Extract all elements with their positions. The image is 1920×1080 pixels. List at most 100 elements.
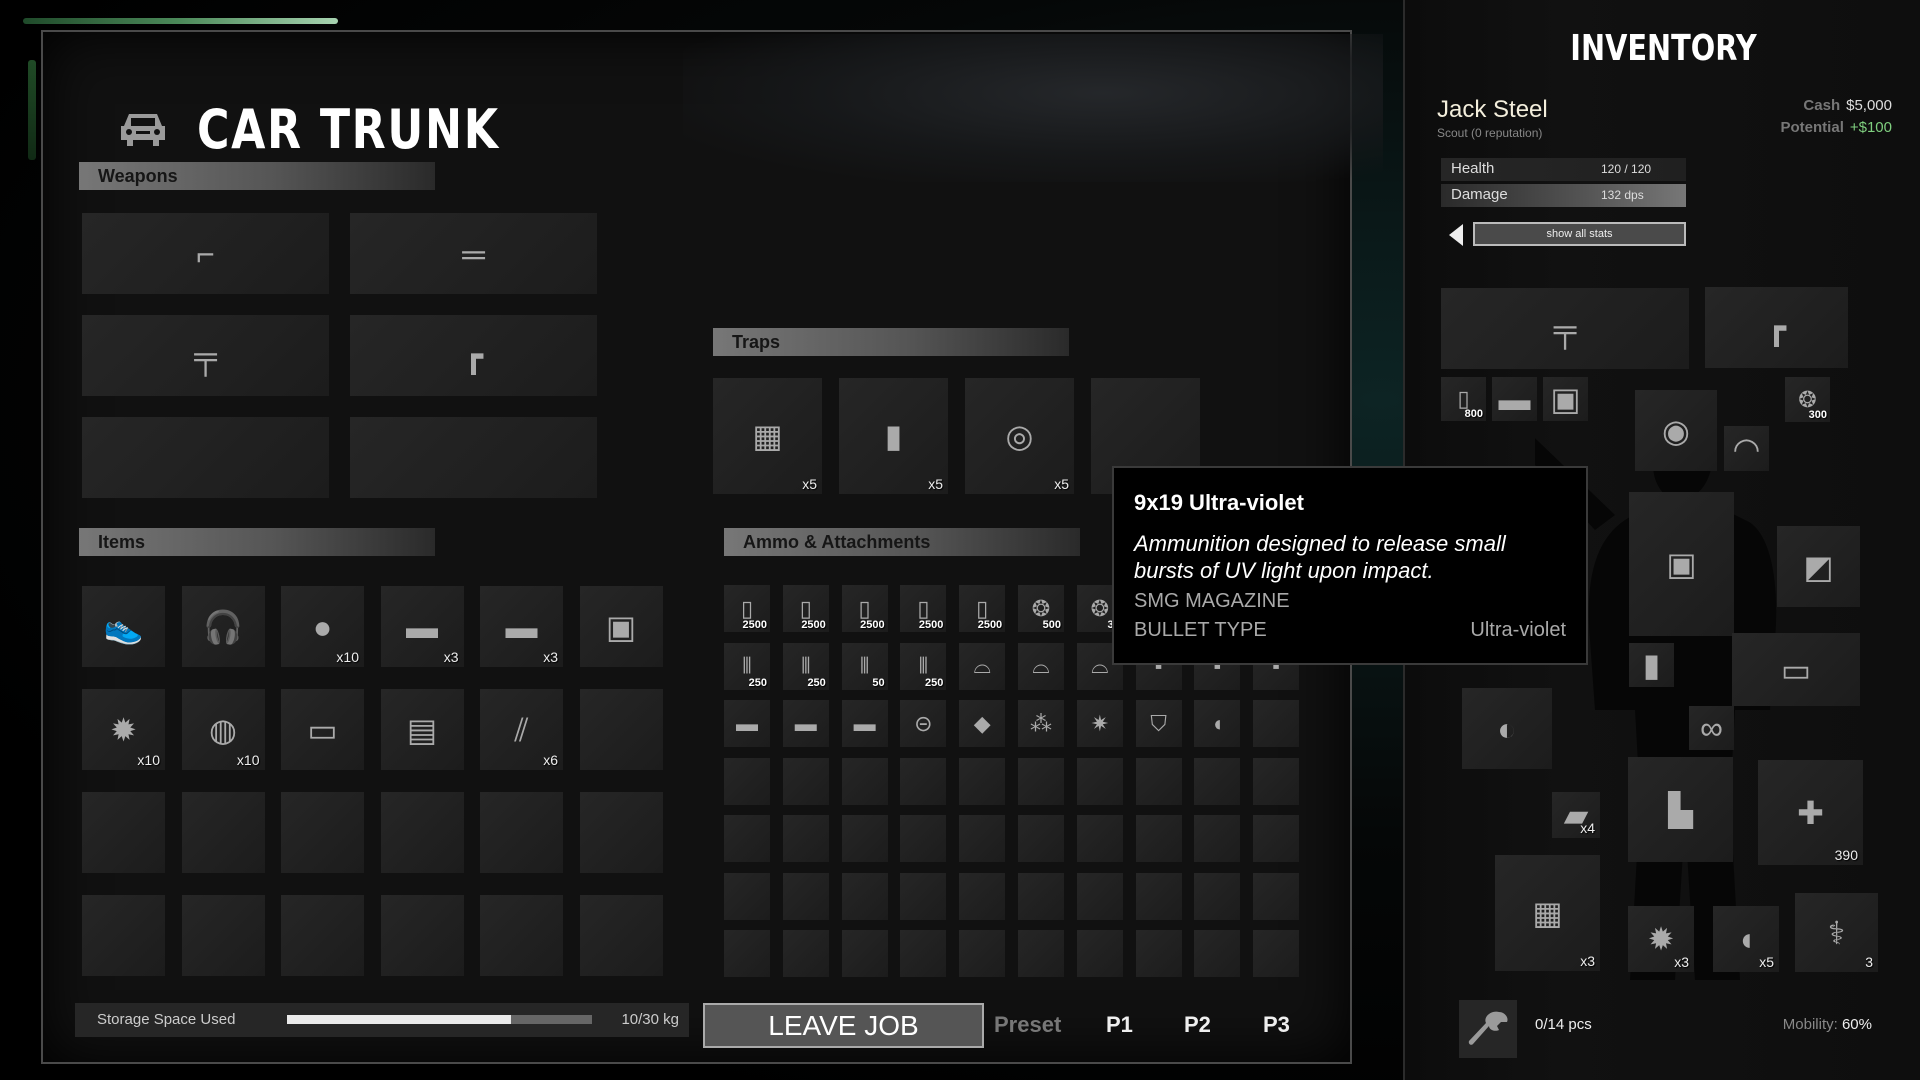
slot-bear-trap[interactable]: ✹ x10 xyxy=(82,689,165,770)
show-all-stats-button[interactable]: show all stats xyxy=(1473,222,1686,246)
empty-slot[interactable] xyxy=(782,930,829,977)
empty-slot[interactable] xyxy=(1194,815,1241,862)
empty-slot[interactable] xyxy=(1135,757,1182,805)
empty-slot[interactable] xyxy=(1194,757,1241,805)
slot-ear-muffs[interactable]: 🎧 xyxy=(181,586,265,667)
empty-slot[interactable] xyxy=(841,757,888,805)
slot-red-dot-sight[interactable]: ▣ xyxy=(1543,377,1588,421)
slot-frag-grenade[interactable]: ● x10 xyxy=(281,586,364,667)
slot-c4-bomb[interactable]: ▬ x3 xyxy=(380,586,464,667)
slot-shotgun-shells-green[interactable]: ⦀ 250 xyxy=(782,642,829,690)
slot-shotgun-shells-silver[interactable]: ⦀ 250 xyxy=(900,642,947,690)
empty-slot[interactable] xyxy=(900,930,947,977)
back-arrow-icon[interactable] xyxy=(1449,224,1463,246)
slot-hearing-aid[interactable]: ◠ xyxy=(1724,426,1769,471)
empty-slot[interactable] xyxy=(724,872,770,920)
slot-sawed-off-shotgun[interactable]: ═ xyxy=(350,213,597,294)
slot-syringe-vials[interactable]: ⚕ 3 xyxy=(1795,893,1878,972)
slot-spiked-chain[interactable]: ⁂ xyxy=(1018,700,1064,747)
slot-speedloader[interactable]: ❂ 300 xyxy=(1785,377,1830,422)
slot-tactical-vest[interactable]: ▣ xyxy=(579,586,663,667)
slot-flashlight[interactable]: ▭ xyxy=(1732,633,1860,706)
empty-slot[interactable] xyxy=(1135,930,1182,977)
slot-c4-bomb[interactable]: ▬ x3 xyxy=(480,586,563,667)
empty-slot[interactable] xyxy=(959,872,1006,920)
preset-p3-button[interactable]: P3 xyxy=(1263,1012,1290,1038)
slot-smg-magazine-green[interactable]: ▯ 2500 xyxy=(959,585,1006,632)
empty-slot[interactable] xyxy=(380,895,464,976)
empty-slot[interactable] xyxy=(480,895,563,976)
slot-flash-hider[interactable]: ▬ xyxy=(841,700,888,747)
empty-slot[interactable] xyxy=(579,689,663,770)
slot-rope-disc-trap[interactable]: ◎ x5 xyxy=(965,378,1074,494)
slot-smg-magazine-ultra-violet[interactable]: ▯ 800 xyxy=(1441,377,1486,421)
empty-slot[interactable] xyxy=(900,757,947,805)
slot-cloth-wraps[interactable]: ◖ xyxy=(1194,700,1241,747)
slot-thermal-camera[interactable]: ◩ xyxy=(1777,526,1860,607)
empty-slot[interactable] xyxy=(1253,815,1300,862)
slot-chain[interactable]: ∞ xyxy=(1689,706,1734,750)
empty-slot[interactable] xyxy=(380,792,464,873)
empty-slot[interactable] xyxy=(281,895,364,976)
empty-slot[interactable] xyxy=(959,815,1006,862)
slot-speedloader[interactable]: ❂ 500 xyxy=(1018,585,1064,632)
slot-shotgun-shells-red[interactable]: ⦀ 250 xyxy=(724,642,770,690)
crafting-button[interactable] xyxy=(1459,1000,1517,1058)
slot-bear-trap[interactable]: ✹ x3 xyxy=(1628,906,1694,972)
slot-medic-backpack[interactable]: ✚ 390 xyxy=(1758,760,1863,865)
slot-silencer[interactable]: ▬ xyxy=(1492,377,1537,421)
empty-slot[interactable] xyxy=(782,872,829,920)
slot-sunglasses[interactable]: ⌓ xyxy=(959,642,1006,690)
empty-slot[interactable] xyxy=(181,792,265,873)
slot-combat-boots[interactable]: ▙ xyxy=(1628,757,1733,862)
preset-p1-button[interactable]: P1 xyxy=(1106,1012,1133,1038)
empty-slot[interactable] xyxy=(1135,872,1182,920)
empty-slot[interactable] xyxy=(959,930,1006,977)
empty-slot[interactable] xyxy=(1076,757,1123,805)
slot-flashlight-small[interactable]: ▭ xyxy=(281,689,364,770)
empty-slot[interactable] xyxy=(1018,815,1064,862)
slot-smg-magazine-incendiary[interactable]: ▯ 2500 xyxy=(782,585,829,632)
slot-propane-tank[interactable]: ▮ x5 xyxy=(839,378,948,494)
empty-slot[interactable] xyxy=(1253,872,1300,920)
empty-slot[interactable] xyxy=(1018,930,1064,977)
slot-nail-gun[interactable]: ⌐ xyxy=(82,213,329,294)
slot-goggles[interactable]: ⌓ xyxy=(1018,642,1064,690)
slot-shotgun-shells-green-2[interactable]: ⦀ 50 xyxy=(841,642,888,690)
slot-meat-drumstick[interactable]: ◖ x5 xyxy=(1713,906,1779,972)
empty-slot[interactable] xyxy=(579,895,663,976)
empty-slot[interactable] xyxy=(82,792,165,873)
empty-slot[interactable] xyxy=(841,815,888,862)
leave-job-button[interactable]: LEAVE JOB xyxy=(703,1003,984,1048)
empty-slot[interactable] xyxy=(1076,930,1123,977)
slot-smg-magazine-ultra-violet[interactable]: ▯ 2500 xyxy=(900,585,947,632)
slot-whiskey-bottle[interactable]: ▮ xyxy=(1629,643,1674,687)
slot-pistol[interactable]: ┏ xyxy=(350,315,597,396)
empty-slot[interactable] xyxy=(841,872,888,920)
slot-revolver[interactable]: ┏ xyxy=(1705,287,1848,368)
empty-slot[interactable] xyxy=(1253,700,1300,747)
slot-smg-magazine-gold[interactable]: ▯ 2500 xyxy=(724,585,770,632)
slot-flashbang[interactable]: ◍ x10 xyxy=(181,689,265,770)
empty-slot[interactable] xyxy=(841,930,888,977)
empty-slot[interactable] xyxy=(1135,815,1182,862)
preset-p2-button[interactable]: P2 xyxy=(1184,1012,1211,1038)
slot-pda[interactable]: ▤ xyxy=(380,689,464,770)
empty-slot[interactable] xyxy=(579,792,663,873)
slot-holy-water-flask[interactable]: ⛉ xyxy=(1135,700,1182,747)
slot-night-vision-goggles[interactable]: ◉ xyxy=(1635,390,1717,471)
empty-slot[interactable] xyxy=(900,815,947,862)
slot-compensator[interactable]: ▬ xyxy=(724,700,770,747)
slot-work-light[interactable]: ▦ x5 xyxy=(713,378,822,494)
empty-slot[interactable] xyxy=(82,417,329,498)
slot-uzi[interactable]: ╤ xyxy=(82,315,329,396)
empty-slot[interactable] xyxy=(724,815,770,862)
slot-work-light[interactable]: ▦ x3 xyxy=(1495,855,1600,971)
empty-slot[interactable] xyxy=(480,792,563,873)
slot-smg-magazine-silver[interactable]: ▯ 2500 xyxy=(841,585,888,632)
empty-slot[interactable] xyxy=(1076,872,1123,920)
empty-slot[interactable] xyxy=(281,792,364,873)
slot-heptagram-amulet[interactable]: ✷ xyxy=(1076,700,1123,747)
slot-parabolic-microphone[interactable]: ◐ xyxy=(1462,688,1552,769)
empty-slot[interactable] xyxy=(82,895,165,976)
